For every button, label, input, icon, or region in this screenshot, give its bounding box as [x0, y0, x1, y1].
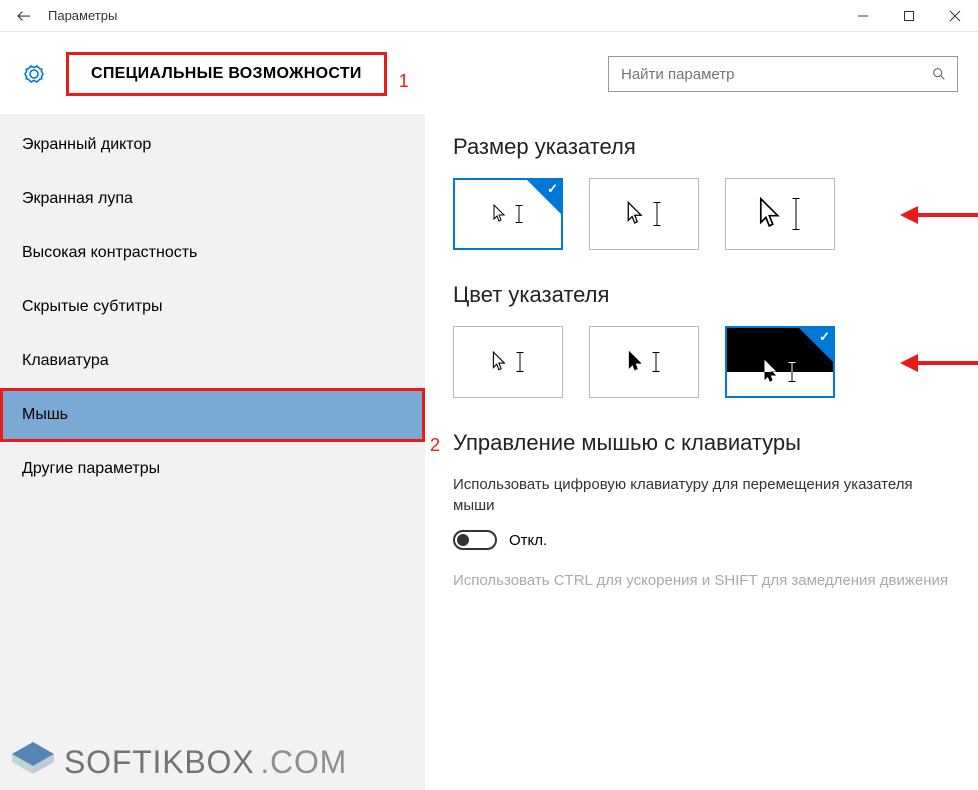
pointer-color-heading: Цвет указателя — [453, 282, 950, 308]
cursor-preview — [759, 197, 802, 231]
ibeam-icon — [791, 198, 802, 230]
sidebar-item-label: Высокая контрастность — [22, 244, 197, 262]
cursor-arrow-icon — [628, 351, 644, 373]
toggle-knob-icon — [457, 534, 469, 546]
pointer-size-medium[interactable] — [589, 178, 699, 250]
pointer-color-white[interactable] — [453, 326, 563, 398]
watermark-suffix: .COM — [260, 744, 347, 781]
annotation-arrow-icon — [900, 206, 978, 224]
cursor-arrow-icon — [493, 204, 507, 224]
sidebar-item-narrator[interactable]: Экранный диктор — [0, 118, 425, 172]
search-input[interactable] — [619, 65, 931, 84]
ibeam-icon — [652, 352, 660, 372]
maximize-button[interactable] — [886, 0, 932, 32]
sidebar-item-high-contrast[interactable]: Высокая контрастность — [0, 226, 425, 280]
search-icon — [931, 66, 947, 82]
mouse-keys-toggle-row: Откл. — [453, 530, 950, 550]
body: Экранный диктор Экранная лупа Высокая ко… — [0, 114, 978, 790]
titlebar: Параметры — [0, 0, 978, 32]
toggle-state-label: Откл. — [509, 532, 547, 549]
search-box[interactable] — [608, 56, 958, 92]
cursor-arrow-icon — [492, 351, 508, 373]
sidebar-item-label: Экранный диктор — [22, 136, 151, 154]
gear-icon — [22, 62, 46, 86]
sidebar: Экранный диктор Экранная лупа Высокая ко… — [0, 114, 425, 790]
sidebar-item-magnifier[interactable]: Экранная лупа — [0, 172, 425, 226]
sidebar-item-closed-captions[interactable]: Скрытые субтитры — [0, 280, 425, 334]
pointer-size-options: ✓ — [453, 178, 950, 250]
cursor-preview — [492, 351, 524, 373]
watermark: SOFTIKBOX.COM — [8, 740, 347, 784]
ctrl-shift-description: Использовать CTRL для ускорения и SHIFT … — [453, 570, 950, 591]
section-title: СПЕЦИАЛЬНЫЕ ВОЗМОЖНОСТИ — [66, 52, 387, 96]
ibeam-icon — [788, 372, 796, 382]
header: СПЕЦИАЛЬНЫЕ ВОЗМОЖНОСТИ 1 — [0, 32, 978, 114]
pointer-color-inverted[interactable]: ✓ — [725, 326, 835, 398]
pointer-size-large[interactable] — [725, 178, 835, 250]
pointer-size-heading: Размер указателя — [453, 134, 950, 160]
maximize-icon — [903, 10, 915, 22]
mouse-keys-heading: Управление мышью с клавиатуры — [453, 430, 950, 456]
sidebar-item-label: Другие параметры — [22, 460, 160, 478]
pointer-color-black[interactable] — [589, 326, 699, 398]
window-title: Параметры — [48, 8, 840, 23]
cursor-arrow-icon — [627, 201, 645, 227]
cursor-arrow-icon — [764, 372, 778, 384]
watermark-logo-icon — [8, 740, 58, 784]
check-icon: ✓ — [819, 329, 830, 345]
mouse-keys-description: Использовать цифровую клавиатуру для пер… — [453, 474, 950, 516]
back-button[interactable] — [0, 0, 48, 32]
annotation-marker-1: 1 — [399, 71, 409, 96]
cursor-arrow-icon — [759, 197, 783, 231]
ibeam-icon — [515, 205, 523, 223]
minimize-button[interactable] — [840, 0, 886, 32]
sidebar-item-mouse[interactable]: Мышь — [0, 388, 425, 442]
sidebar-item-other[interactable]: Другие параметры — [0, 442, 425, 496]
cursor-preview — [493, 204, 523, 224]
pointer-size-small[interactable]: ✓ — [453, 178, 563, 250]
close-button[interactable] — [932, 0, 978, 32]
ibeam-icon — [516, 352, 524, 372]
sidebar-item-label: Мышь — [22, 406, 68, 424]
content: Размер указателя ✓ — [425, 114, 978, 790]
sidebar-item-label: Скрытые субтитры — [22, 298, 162, 316]
check-icon: ✓ — [547, 181, 558, 197]
minimize-icon — [857, 10, 869, 22]
sidebar-item-label: Экранная лупа — [22, 190, 133, 208]
ibeam-icon — [653, 202, 662, 226]
cursor-preview — [627, 201, 662, 227]
pointer-color-options: ✓ — [453, 326, 950, 398]
sidebar-item-keyboard[interactable]: Клавиатура — [0, 334, 425, 388]
mouse-keys-toggle[interactable] — [453, 530, 497, 550]
cursor-preview — [628, 351, 660, 373]
window-controls — [840, 0, 978, 32]
watermark-text: SOFTIKBOX — [64, 744, 254, 781]
sidebar-item-label: Клавиатура — [22, 352, 109, 370]
arrow-left-icon — [15, 7, 33, 25]
annotation-arrow-icon — [900, 354, 978, 372]
close-icon — [949, 10, 961, 22]
